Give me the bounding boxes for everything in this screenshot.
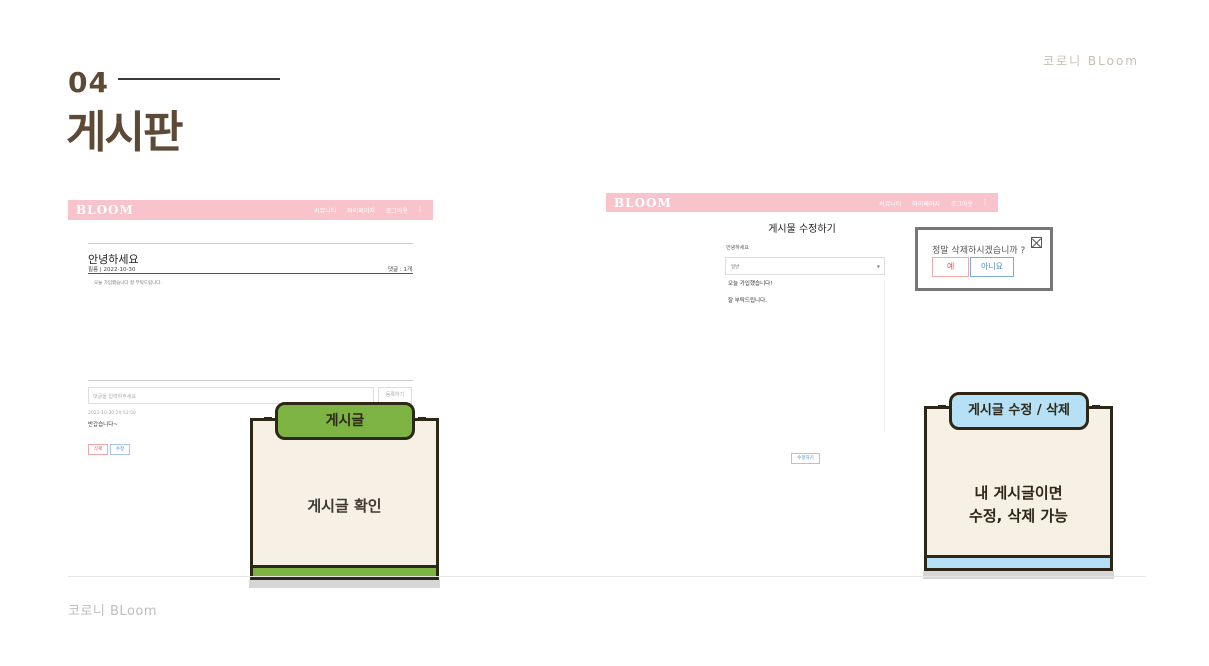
navbar: BLOOM 커뮤니티 마이페이지 로그아웃 | xyxy=(606,193,998,212)
post-meta: 필름 | 2022-10-30 xyxy=(88,267,136,273)
card-band xyxy=(927,555,1110,568)
section-rule xyxy=(118,78,280,80)
nav-mypage[interactable]: 마이페이지 xyxy=(912,199,940,208)
submit-edit-button[interactable]: 수정하기 xyxy=(791,453,820,464)
card-tab-label: 게시글 xyxy=(275,402,415,440)
card-shadow xyxy=(923,571,1114,579)
delete-confirm-modal: 정말 삭제하시겠습니까 ? 예 아니요 xyxy=(915,227,1053,291)
nav-logout[interactable]: 로그아웃 xyxy=(386,206,408,215)
confirm-no-button[interactable]: 아니요 xyxy=(970,257,1014,277)
divider xyxy=(88,273,413,274)
nav-links: 커뮤니티 마이페이지 로그아웃 | xyxy=(879,199,986,208)
delete-button[interactable]: 삭제 xyxy=(88,444,108,455)
comment-text: 반갑습니다~ xyxy=(88,422,118,428)
chevron-down-icon: ▼ xyxy=(876,264,880,269)
category-select[interactable]: 일반 ▼ xyxy=(725,257,885,275)
modal-message: 정말 삭제하시겠습니까 ? xyxy=(932,246,1026,256)
card-tick xyxy=(264,417,272,420)
nav-logout[interactable]: 로그아웃 xyxy=(951,199,973,208)
card-text-line: 내 게시글이면 xyxy=(974,484,1063,502)
card-text: 내 게시글이면 수정, 삭제 가능 xyxy=(927,482,1110,528)
section-title: 게시판 xyxy=(66,107,183,158)
card-tab-label: 게시글 수정 / 삭제 xyxy=(949,392,1089,430)
card-tick xyxy=(1092,405,1100,408)
card-tick xyxy=(418,417,426,420)
footer-rule xyxy=(68,576,1146,577)
brand-bottom: 코로니 BLoom xyxy=(68,604,158,619)
comment-date: 2022-10-30 20:53:50 xyxy=(88,411,136,416)
content-line[interactable]: 오늘 가입했습니다! xyxy=(728,279,772,287)
divider xyxy=(88,243,413,244)
nav-mypage[interactable]: 마이페이지 xyxy=(347,206,375,215)
nav-community[interactable]: 커뮤니티 xyxy=(314,206,336,215)
divider xyxy=(88,380,413,381)
brand-top: 코로니 BLoom xyxy=(1042,54,1139,68)
logo[interactable]: BLOOM xyxy=(76,203,134,217)
logo[interactable]: BLOOM xyxy=(614,196,672,210)
nav-community[interactable]: 커뮤니티 xyxy=(879,199,901,208)
section-number: 04 xyxy=(68,66,109,99)
note-card: 내 게시글이면 수정, 삭제 가능 xyxy=(924,406,1113,571)
card-tick xyxy=(938,405,946,408)
confirm-yes-button[interactable]: 예 xyxy=(932,257,969,277)
nav-links: 커뮤니티 마이페이지 로그아웃 | xyxy=(314,206,421,215)
divider xyxy=(884,281,885,431)
card-text: 게시글 확인 xyxy=(307,497,382,515)
card-text-line: 수정, 삭제 가능 xyxy=(969,507,1068,525)
comment-actions: 삭제 수정 xyxy=(88,444,130,455)
card-shadow xyxy=(249,580,440,588)
close-icon[interactable] xyxy=(1031,237,1042,248)
note-card: 게시글 확인 xyxy=(250,418,439,580)
title-field[interactable]: 안녕하세요 xyxy=(726,244,749,251)
navbar: BLOOM 커뮤니티 마이페이지 로그아웃 | xyxy=(68,200,433,220)
category-select-value: 일반 xyxy=(731,265,740,270)
edit-button[interactable]: 수정 xyxy=(110,444,130,455)
nav-separator: | xyxy=(983,199,986,206)
content-line[interactable]: 잘 부탁드립니다. xyxy=(728,296,767,304)
nav-separator: | xyxy=(418,206,421,213)
comment-count: 댓글 : 1개 xyxy=(387,267,412,273)
post-body: 오늘 가입했습니다 잘 부탁드립니다. xyxy=(94,281,162,286)
